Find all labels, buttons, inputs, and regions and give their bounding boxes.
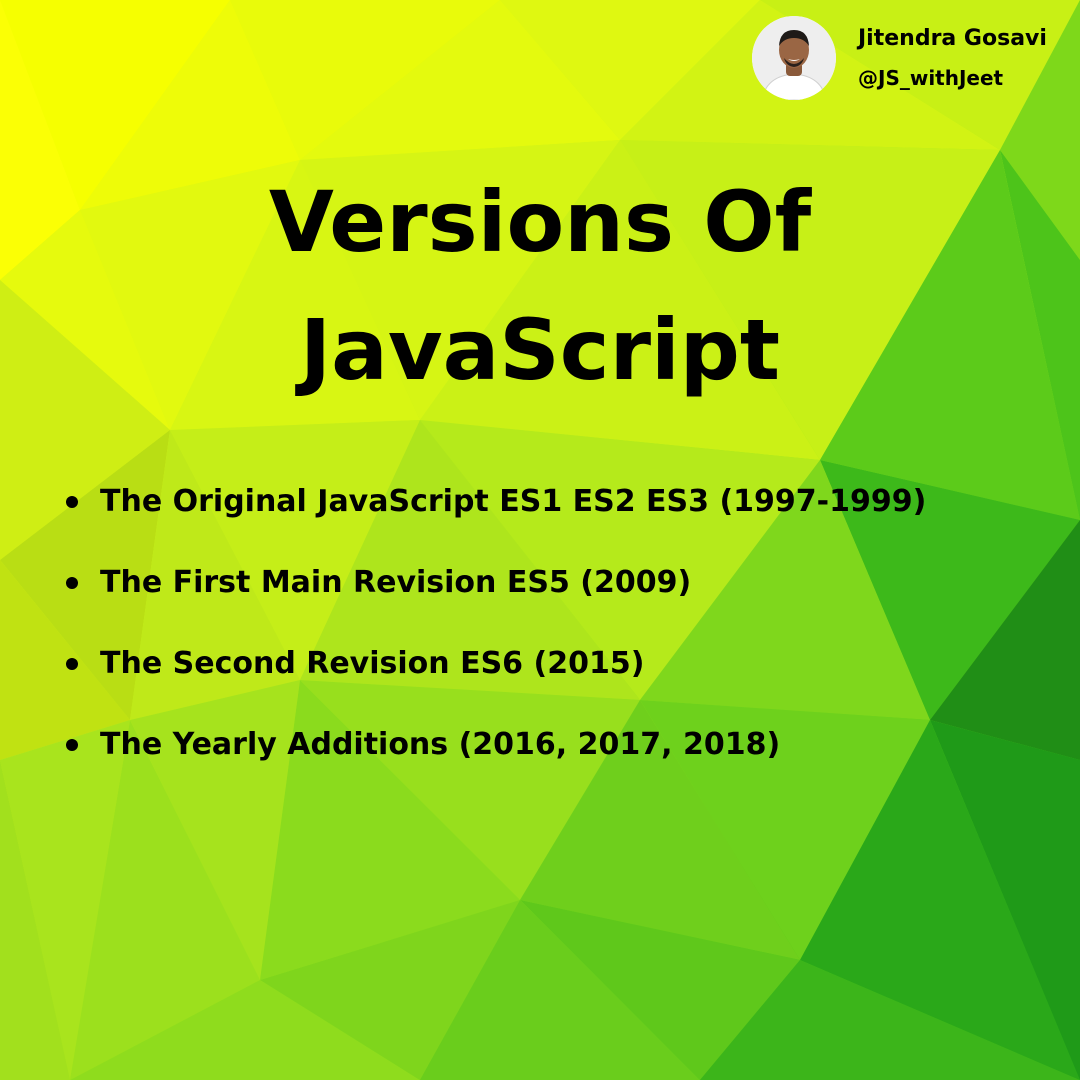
post-canvas: Jitendra Gosavi @JS_withJeet Versions Of… — [0, 0, 1080, 1080]
title-line-1: Versions Of — [268, 173, 812, 271]
version-text: The Yearly Additions (2016, 2017, 2018) — [100, 727, 781, 762]
bullet-icon — [66, 739, 78, 751]
person-icon — [752, 16, 836, 100]
bullet-icon — [66, 496, 78, 508]
list-item: The Second Revision ES6 (2015) — [62, 640, 1072, 721]
list-item: The Original JavaScript ES1 ES2 ES3 (199… — [62, 478, 1072, 559]
author-badge: Jitendra Gosavi @JS_withJeet — [752, 16, 1072, 100]
author-handle: @JS_withJeet — [858, 66, 1004, 90]
author-name: Jitendra Gosavi — [858, 26, 1047, 51]
version-text: The Original JavaScript ES1 ES2 ES3 (199… — [100, 484, 927, 519]
version-text: The First Main Revision ES5 (2009) — [100, 565, 692, 600]
version-text: The Second Revision ES6 (2015) — [100, 646, 645, 681]
title-line-2: JavaScript — [299, 301, 781, 399]
page-title: Versions Of JavaScript — [0, 158, 1080, 414]
author-avatar — [752, 16, 836, 100]
bullet-icon — [66, 658, 78, 670]
list-item: The First Main Revision ES5 (2009) — [62, 559, 1072, 640]
list-item: The Yearly Additions (2016, 2017, 2018) — [62, 721, 1072, 802]
versions-list: The Original JavaScript ES1 ES2 ES3 (199… — [62, 478, 1072, 802]
bullet-icon — [66, 577, 78, 589]
